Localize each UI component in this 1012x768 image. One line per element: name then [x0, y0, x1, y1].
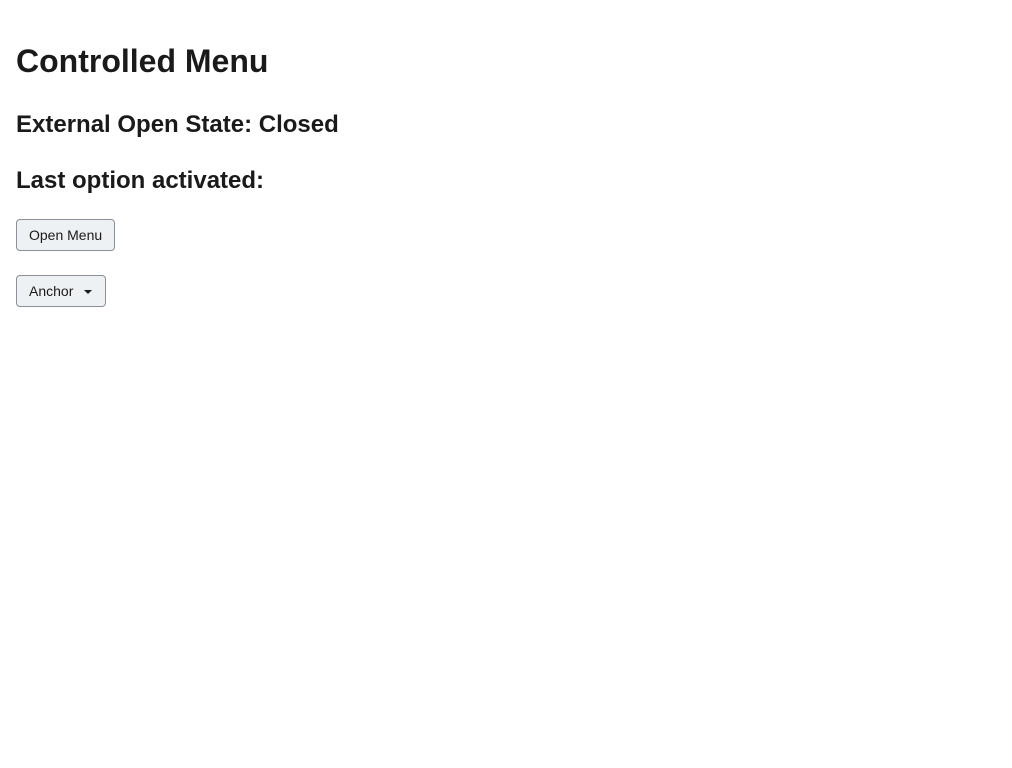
anchor-button[interactable]: Anchor — [16, 275, 106, 307]
open-menu-button[interactable]: Open Menu — [16, 219, 115, 251]
caret-down-icon — [84, 290, 93, 294]
page: Controlled Menu External Open State: Clo… — [0, 0, 1012, 768]
open-menu-button-label: Open Menu — [29, 227, 103, 243]
external-open-state-heading: External Open State: Closed — [16, 111, 339, 138]
page-title: Controlled Menu — [16, 43, 269, 79]
anchor-button-label: Anchor — [29, 283, 74, 299]
last-option-activated-heading: Last option activated: — [16, 167, 265, 194]
